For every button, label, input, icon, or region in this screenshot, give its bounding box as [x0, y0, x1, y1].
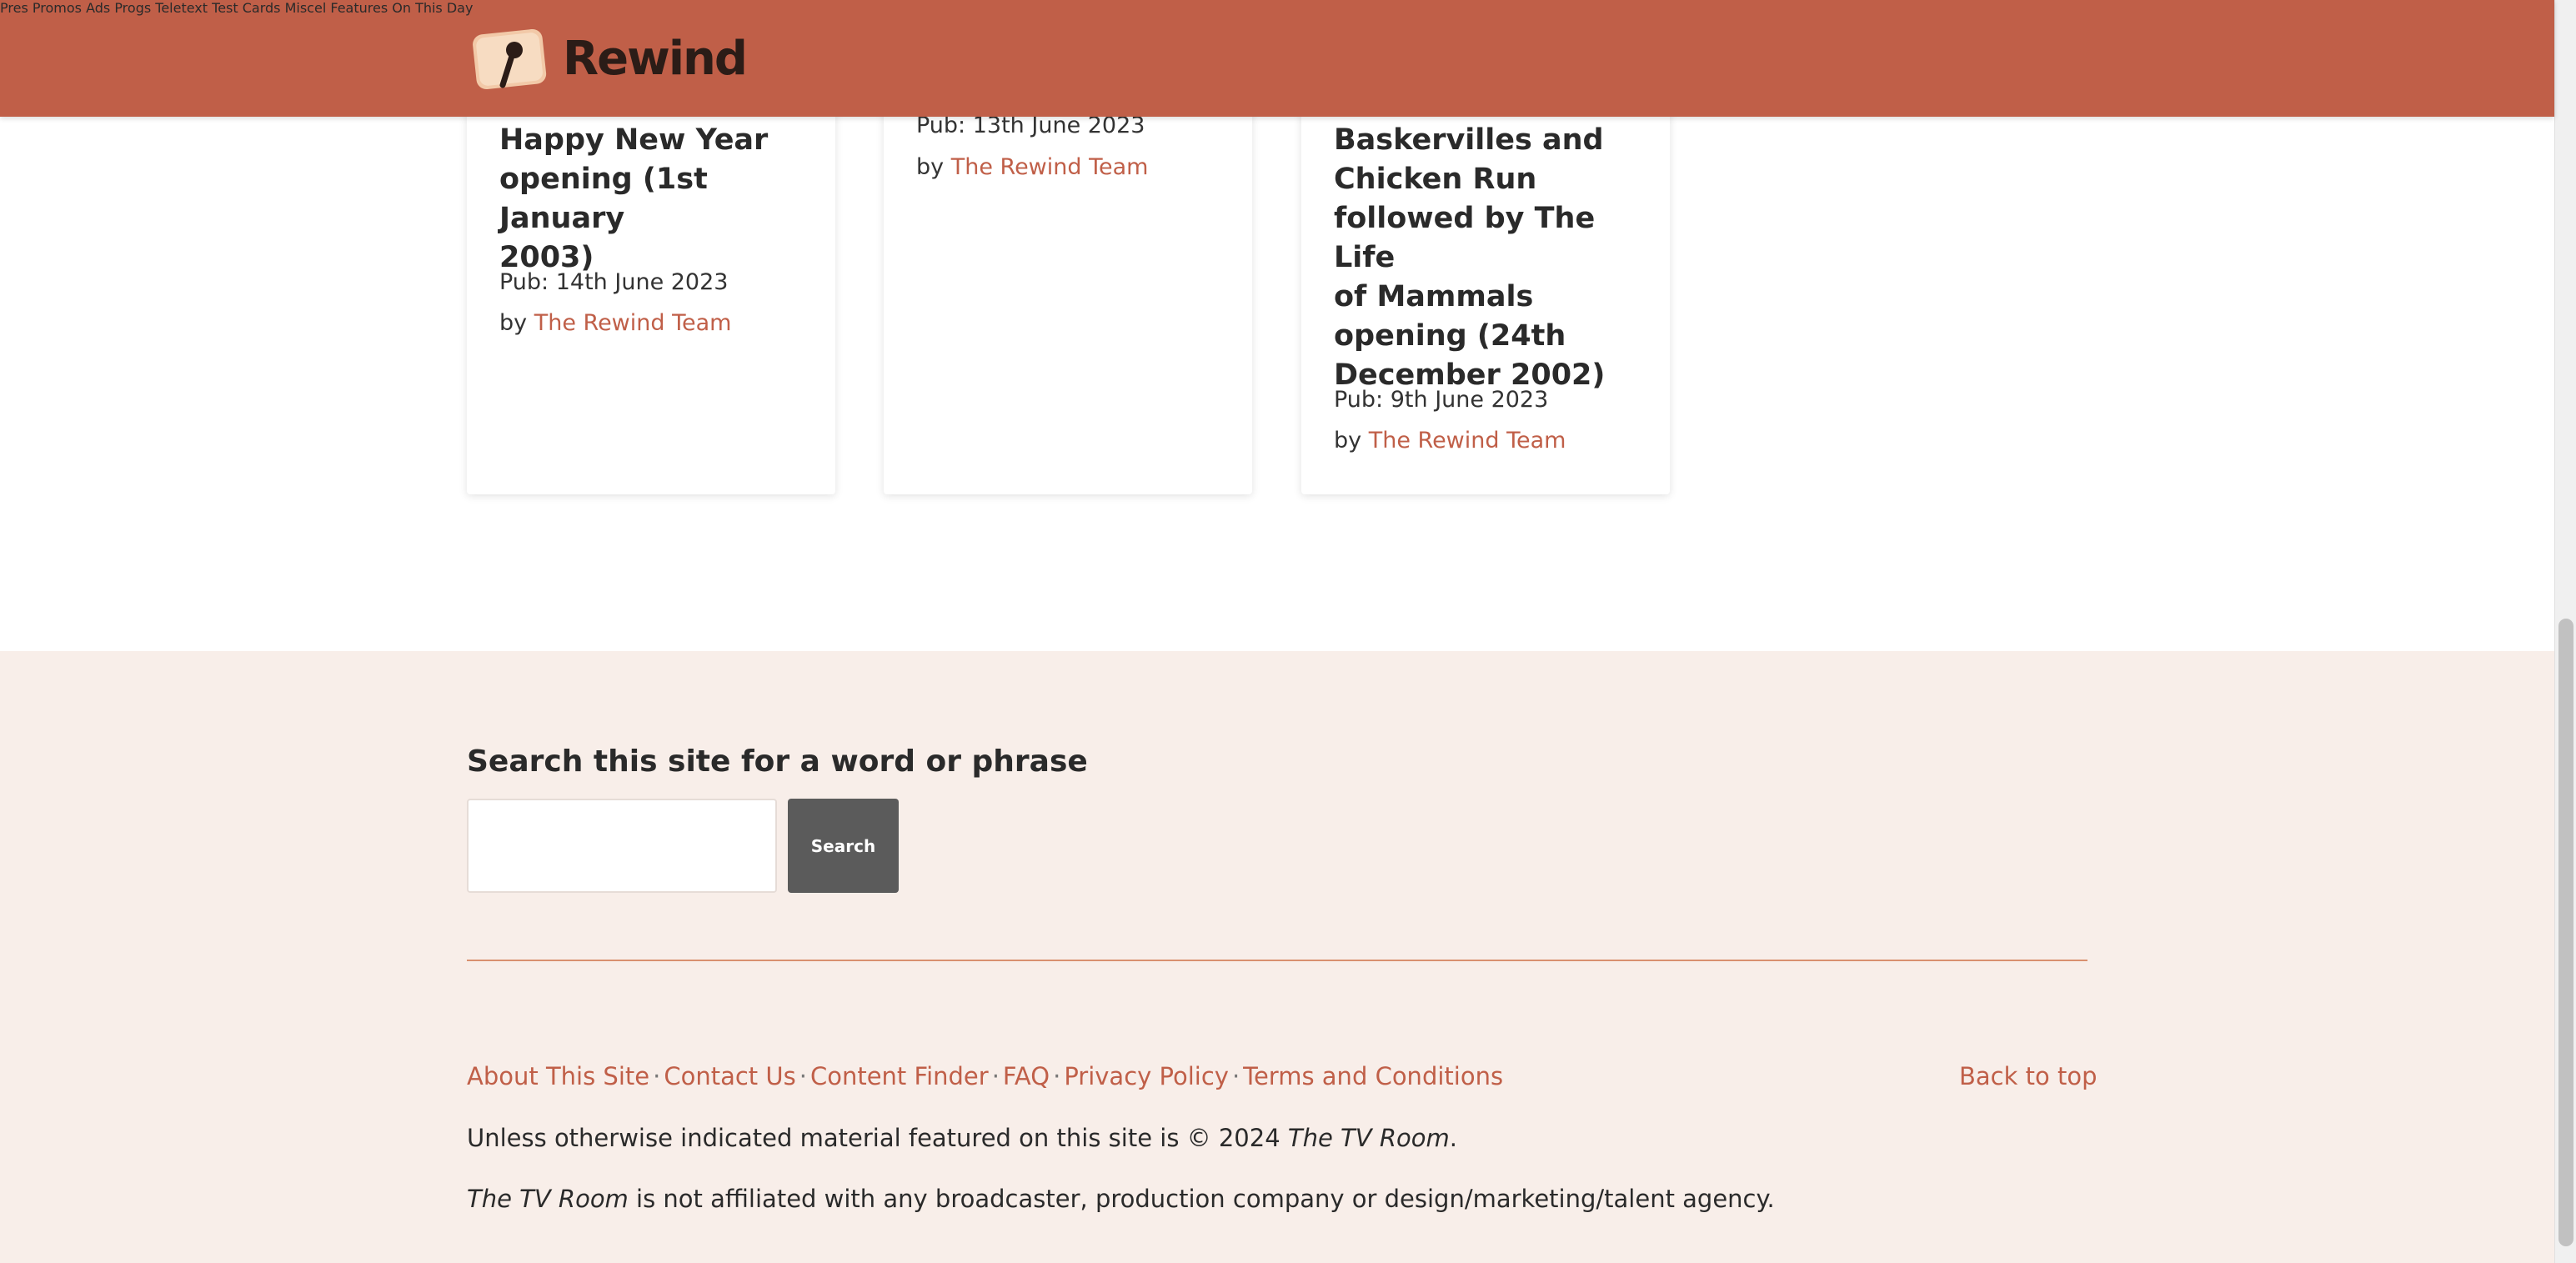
nav-features[interactable]: Features [330, 0, 388, 16]
site-logo[interactable]: Rewind [469, 22, 748, 95]
title-line: opening (1st January [499, 163, 708, 235]
link-terms[interactable]: Terms and Conditions [1243, 1062, 1503, 1090]
search-button[interactable]: Search [788, 799, 899, 893]
site-header: Rewind Pres Promos Ads Progs Teletext Te… [0, 0, 2554, 117]
affiliation-name: The TV Room [467, 1185, 629, 1213]
by-label: by [1334, 428, 1362, 454]
title-line: followed by The Life [1334, 202, 1596, 274]
link-contact[interactable]: Contact Us [664, 1062, 795, 1090]
title-line: of Mammals [1334, 280, 1534, 313]
separator: · [991, 1062, 1000, 1090]
link-about[interactable]: About This Site [467, 1062, 649, 1090]
nav-test-cards[interactable]: Test Cards [212, 0, 280, 16]
link-privacy[interactable]: Privacy Policy [1064, 1062, 1229, 1090]
nav-promos[interactable]: Promos [33, 0, 82, 16]
title-line: Chicken Run [1334, 163, 1537, 196]
author-link[interactable]: The Rewind Team [1369, 428, 1566, 454]
page: Happy New Year opening (1st January 2003… [0, 0, 2554, 1263]
title-line: Happy New Year [499, 123, 769, 157]
by-label: by [916, 154, 945, 180]
article-card-3[interactable]: Baskervilles and Chicken Run followed by… [1301, 79, 1670, 494]
separator: · [1231, 1062, 1240, 1090]
affiliation-text: The TV Room is not affiliated with any b… [467, 1185, 1775, 1213]
copyright-name: The TV Room [1287, 1124, 1450, 1152]
byline: by The Rewind Team [499, 310, 731, 336]
rewind-logo-icon [469, 25, 549, 92]
nav-pres[interactable]: Pres [0, 0, 28, 16]
back-to-top-link[interactable]: Back to top [1959, 1062, 2097, 1090]
copyright-text: Unless otherwise indicated material feat… [467, 1124, 1457, 1152]
link-faq[interactable]: FAQ [1003, 1062, 1050, 1090]
pub-date: Pub: 14th June 2023 [499, 269, 729, 295]
copyright-suffix: . [1449, 1124, 1457, 1152]
separator: · [1053, 1062, 1061, 1090]
separator: · [799, 1062, 807, 1090]
title-line: Baskervilles and [1334, 123, 1604, 157]
article-title[interactable]: Happy New Year opening (1st January 2003… [499, 121, 816, 278]
search-input[interactable] [467, 799, 777, 893]
search-heading: Search this site for a word or phrase [467, 744, 1088, 779]
byline: by The Rewind Team [916, 154, 1148, 180]
nav-progs[interactable]: Progs [114, 0, 151, 16]
nav-teletext[interactable]: Teletext [155, 0, 208, 16]
nav-ads[interactable]: Ads [86, 0, 110, 16]
footer-divider [467, 960, 2087, 961]
site-footer: Search this site for a word or phrase Se… [0, 651, 2554, 1263]
title-line: opening (24th [1334, 319, 1566, 353]
logo-text: Rewind [563, 31, 748, 86]
copyright-prefix: Unless otherwise indicated material feat… [467, 1124, 1288, 1152]
by-label: by [499, 310, 528, 336]
footer-links: About This Site · Contact Us · Content Finde… [467, 1062, 1503, 1090]
byline: by The Rewind Team [1334, 428, 1566, 454]
article-card-1[interactable]: Happy New Year opening (1st January 2003… [467, 79, 835, 494]
separator: · [653, 1062, 661, 1090]
affiliation-body: is not affiliated with any broadcaster, … [628, 1185, 1775, 1213]
page-scrollbar[interactable] [2554, 0, 2576, 1263]
author-link[interactable]: The Rewind Team [534, 310, 732, 336]
author-link[interactable]: The Rewind Team [951, 154, 1149, 180]
link-content-finder[interactable]: Content Finder [810, 1062, 989, 1090]
nav-miscel[interactable]: Miscel [285, 0, 327, 16]
pub-date: Pub: 9th June 2023 [1334, 387, 1549, 413]
article-card-2[interactable]: Pub: 13th June 2023 by The Rewind Team [884, 79, 1252, 494]
nav-on-this-day[interactable]: On This Day [392, 0, 473, 16]
scrollbar-thumb[interactable] [2558, 619, 2573, 1246]
article-title[interactable]: Baskervilles and Chicken Run followed by… [1334, 121, 1651, 395]
